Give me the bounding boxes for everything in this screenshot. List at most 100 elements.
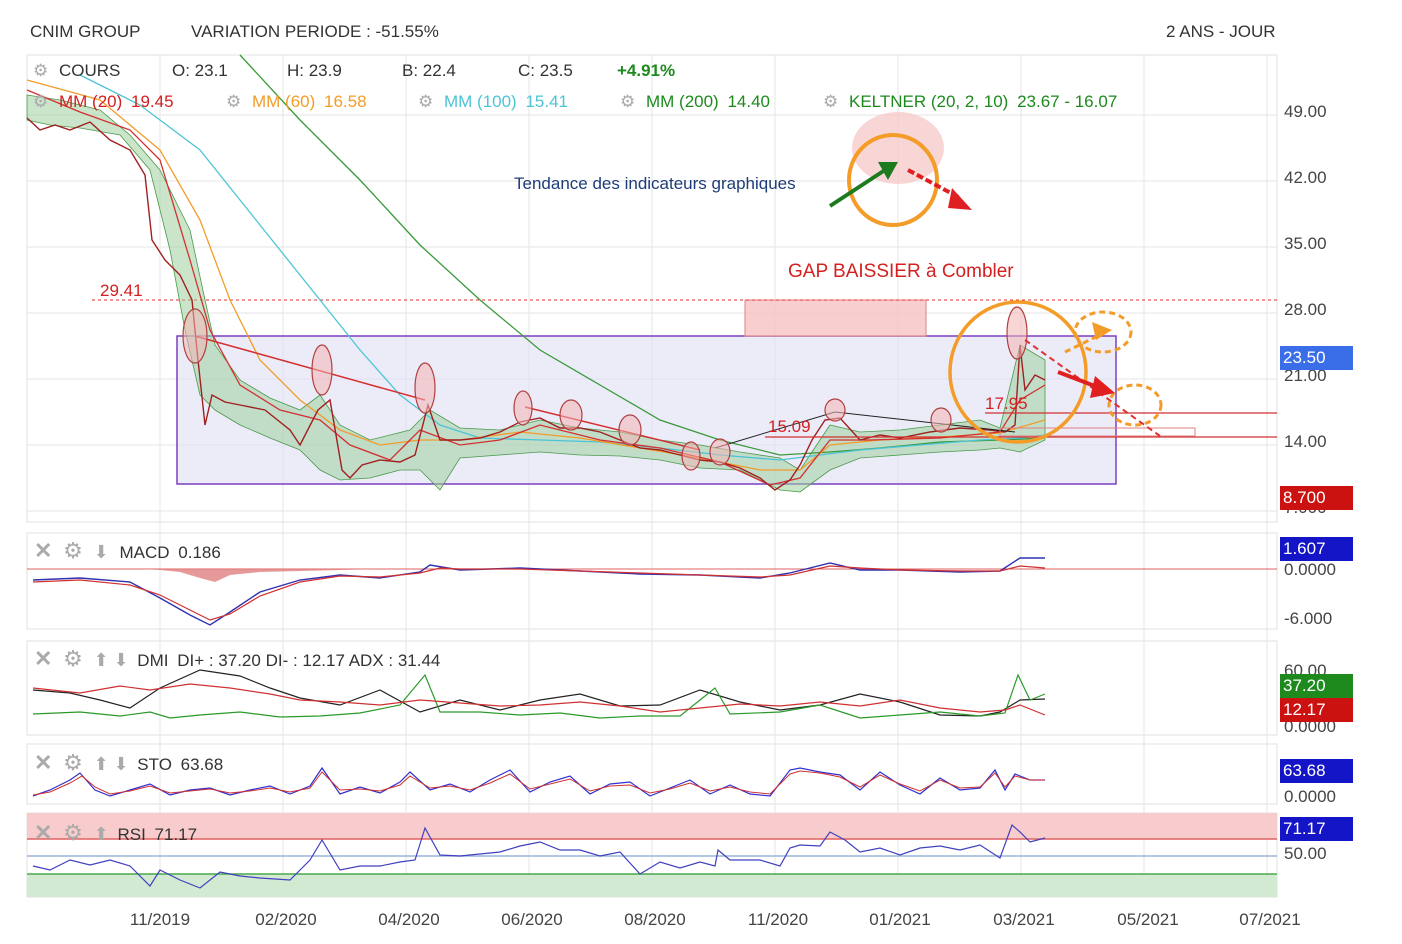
arrow-up-icon[interactable]: ⬆ (94, 824, 109, 844)
gear-icon[interactable]: ⚙ (226, 92, 241, 111)
mm20-value: 19.45 (131, 92, 174, 111)
mm100-label: MM (100) (443, 92, 517, 111)
rsi-value: 71.17 (154, 825, 198, 844)
gear-icon[interactable]: ⚙ (33, 92, 48, 111)
mm60-value: 16.58 (324, 92, 367, 111)
instrument-name: CNIM GROUP (30, 22, 141, 41)
x-tick: 11/2020 (748, 910, 808, 929)
macd-tick: -6.000 (1284, 609, 1332, 628)
macd-value-box: 1.607 (1280, 537, 1353, 561)
sto-value-box: 63.68 (1280, 759, 1353, 783)
mm20-label: MM (20) (58, 92, 123, 111)
close-value: C: 23.5 (518, 61, 573, 80)
price-axis: 49.00 42.00 35.00 28.00 21.00 14.00 7.00… (1284, 102, 1336, 863)
level-1509-label: 15.09 (768, 417, 811, 436)
trend-label: Tendance des indicateurs graphiques (514, 174, 796, 193)
indicator-mm100[interactable]: ⚙ MM (100) 15.41 (418, 92, 568, 112)
di-minus-box: 12.17 (1280, 698, 1353, 722)
low-price-box: 8.700 (1280, 486, 1353, 510)
level-1795-label: 17.95 (985, 394, 1028, 413)
cours-label: COURS (58, 61, 121, 80)
mm60-label: MM (60) (251, 92, 316, 111)
gear-icon[interactable]: ⚙ (823, 92, 838, 111)
arrow-down-icon[interactable]: ⬇ (113, 650, 128, 670)
x-tick: 05/2021 (1117, 910, 1178, 929)
arrow-down-icon[interactable]: ⬇ (113, 754, 128, 774)
price-tick: 14.00 (1284, 432, 1327, 451)
di-minus-line (32, 683, 1046, 716)
macd-label: MACD (119, 543, 170, 562)
high-value: H: 23.9 (287, 61, 342, 80)
trend-up-arrow (828, 168, 887, 208)
x-tick: 02/2020 (255, 910, 316, 929)
x-axis: 11/2019 02/2020 04/2020 06/2020 08/2020 … (130, 910, 1301, 929)
sto-label: STO (137, 755, 172, 774)
mm200-label: MM (200) (645, 92, 719, 111)
x-tick: 04/2020 (378, 910, 439, 929)
macd-header: ✕ ⚙ ⬇ MACD 0.186 (34, 538, 221, 564)
rsi-label: RSI (117, 825, 146, 844)
arrow-up-icon[interactable]: ⬆ (94, 650, 109, 670)
trend-down-arrowhead (948, 188, 972, 210)
close-icon[interactable]: ✕ (34, 820, 52, 845)
rsi-tick: 50.00 (1284, 844, 1327, 863)
rsi-value-box: 71.17 (1280, 817, 1353, 841)
price-tick: 42.00 (1284, 168, 1327, 187)
keltner-label: KELTNER (20, 2, 10) (848, 92, 1009, 111)
price-tick: 35.00 (1284, 234, 1327, 253)
arrow-down-icon[interactable]: ⬇ (94, 542, 109, 562)
mm100-value: 15.41 (525, 92, 568, 111)
sto-tick: 0.0000 (1284, 787, 1336, 806)
close-icon[interactable]: ✕ (34, 750, 52, 775)
rsi-header: ✕ ⚙ ⬆ RSI 71.17 (34, 820, 197, 846)
last-price-box: 23.50 (1280, 346, 1353, 370)
gear-icon[interactable]: ⚙ (33, 61, 48, 80)
di-plus-line (32, 673, 1046, 719)
quote-row: ⚙ COURS (33, 61, 120, 81)
gear-icon[interactable]: ⚙ (418, 92, 433, 111)
dmi-values: DI+ : 37.20 DI- : 12.17 ADX : 31.44 (177, 651, 441, 670)
gear-icon[interactable]: ⚙ (63, 750, 83, 775)
arrow-up-icon[interactable]: ⬆ (94, 754, 109, 774)
close-icon[interactable]: ✕ (34, 646, 52, 671)
price-tick: 49.00 (1284, 102, 1327, 121)
x-tick: 07/2021 (1239, 910, 1300, 929)
di-plus-box: 37.20 (1280, 674, 1353, 698)
change-value: +4.91% (617, 61, 676, 80)
x-tick: 11/2019 (130, 910, 190, 929)
x-tick: 03/2021 (993, 910, 1054, 929)
trend-highlight (852, 112, 944, 184)
indicator-mm200[interactable]: ⚙ MM (200) 14.40 (620, 92, 770, 112)
gear-icon[interactable]: ⚙ (63, 646, 83, 671)
macd-value: 0.186 (178, 543, 221, 562)
rsi-oversold-zone (27, 874, 1277, 897)
sto-header: ✕ ⚙ ⬆ ⬇ STO 63.68 (34, 750, 223, 776)
gap-label: GAP BAISSIER à Combler (788, 261, 1014, 282)
dmi-header: ✕ ⚙ ⬆ ⬇ DMI DI+ : 37.20 DI- : 12.17 ADX … (34, 646, 440, 672)
x-tick: 08/2020 (624, 910, 685, 929)
gap-zone (744, 299, 927, 337)
keltner-value: 23.67 - 16.07 (1017, 92, 1118, 111)
gear-icon[interactable]: ⚙ (63, 820, 83, 845)
dmi-label: DMI (137, 651, 169, 670)
indicator-mm20[interactable]: ⚙ MM (20) 19.45 (33, 92, 174, 112)
close-icon[interactable]: ✕ (34, 538, 52, 563)
adx-line (32, 669, 1046, 717)
open-value: O: 23.1 (172, 61, 228, 80)
gear-icon[interactable]: ⚙ (620, 92, 635, 111)
indicator-keltner[interactable]: ⚙ KELTNER (20, 2, 10) 23.67 - 16.07 (823, 92, 1117, 112)
x-tick: 01/2021 (869, 910, 930, 929)
macd-line (32, 557, 1045, 626)
sto-value: 63.68 (180, 755, 224, 774)
macd-tick: 0.0000 (1284, 560, 1336, 579)
low-value: B: 22.4 (402, 61, 456, 80)
indicator-mm60[interactable]: ⚙ MM (60) 16.58 (226, 92, 367, 112)
x-tick: 06/2020 (501, 910, 562, 929)
period-selector[interactable]: 2 ANS - JOUR (1166, 22, 1276, 42)
period-variation: VARIATION PERIODE : -51.55% (191, 22, 439, 41)
price-tick: 28.00 (1284, 300, 1327, 319)
stock-chart: 29.41 15.09 17.95 GAP BAISSIER à Combler… (26, 54, 1336, 929)
rsi-overbought-zone (27, 813, 1277, 839)
mm200-value: 14.40 (727, 92, 770, 111)
gear-icon[interactable]: ⚙ (63, 538, 83, 563)
